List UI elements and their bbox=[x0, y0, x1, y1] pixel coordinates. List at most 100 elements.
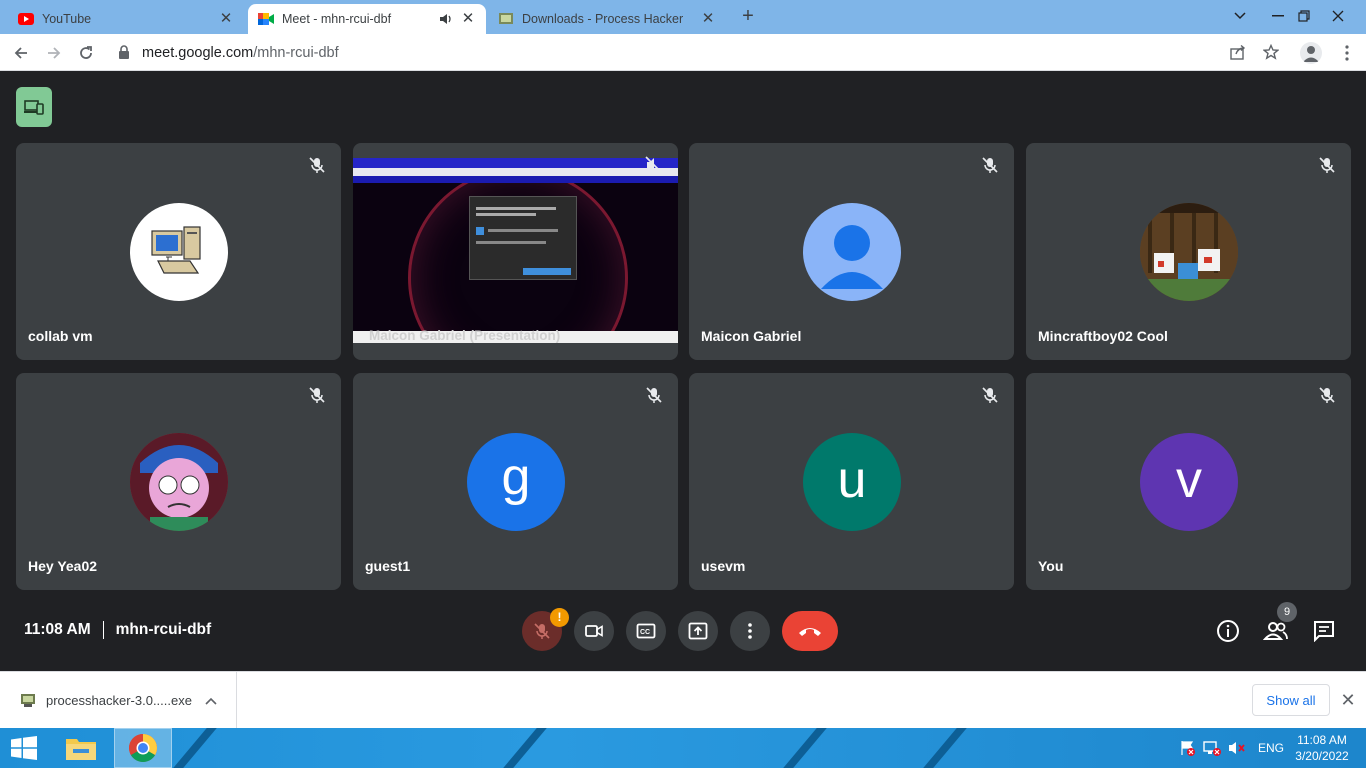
meeting-code: mhn-rcui-dbf bbox=[115, 621, 212, 638]
new-tab-button[interactable]: + bbox=[737, 6, 759, 28]
mic-muted-icon bbox=[1317, 155, 1337, 175]
computer-avatar bbox=[130, 203, 228, 301]
url-text: meet.google.com/mhn-rcui-dbf bbox=[142, 45, 339, 61]
speaker-icon[interactable] bbox=[438, 11, 454, 27]
wallpaper-streak bbox=[923, 728, 967, 768]
file-explorer-icon[interactable] bbox=[58, 728, 104, 768]
companion-device-button[interactable] bbox=[16, 87, 52, 127]
meet-stage: collab vm Maicon Gabriel (Presentation) bbox=[0, 71, 1366, 671]
google-meet-icon bbox=[258, 11, 274, 27]
input-language[interactable]: ENG bbox=[1258, 741, 1284, 755]
tray-date: 3/20/2022 bbox=[1295, 749, 1349, 763]
leave-call-button[interactable] bbox=[782, 611, 838, 651]
participant-name: usevm bbox=[701, 558, 746, 574]
divider bbox=[102, 621, 104, 639]
participant-tile[interactable]: Hey Yea02 bbox=[16, 373, 341, 590]
installer-file-icon bbox=[20, 692, 36, 708]
mic-warning-badge[interactable]: ! bbox=[550, 608, 569, 627]
wallpaper-streak bbox=[173, 728, 217, 768]
download-shelf: processhacker-3.0.....exe Show all ✕ bbox=[0, 671, 1366, 728]
reload-button[interactable] bbox=[73, 40, 99, 66]
present-button[interactable] bbox=[678, 611, 718, 651]
shared-address-bar bbox=[353, 168, 678, 176]
chrome-taskbar-button[interactable] bbox=[114, 728, 172, 768]
shared-screen: Maicon Gabriel (Presentation) bbox=[353, 158, 678, 343]
tab-strip: YouTube ✕ Meet - mhn-rcui-dbf ✕ Download… bbox=[0, 0, 1366, 34]
presentation-tile[interactable]: Maicon Gabriel (Presentation) bbox=[353, 143, 678, 360]
download-item[interactable]: processhacker-3.0.....exe bbox=[0, 672, 237, 728]
default-person-avatar bbox=[803, 203, 901, 301]
close-icon[interactable]: ✕ bbox=[1338, 690, 1358, 710]
participant-name: guest1 bbox=[365, 558, 411, 574]
mic-muted-icon bbox=[1317, 385, 1337, 405]
participant-tile[interactable]: Maicon Gabriel bbox=[689, 143, 1014, 360]
camera-button[interactable] bbox=[574, 611, 614, 651]
meeting-details-button[interactable] bbox=[1215, 618, 1241, 644]
participant-tile[interactable]: g guest1 bbox=[353, 373, 678, 590]
participant-tile[interactable]: u usevm bbox=[689, 373, 1014, 590]
profile-avatar[interactable] bbox=[1300, 42, 1322, 64]
chevron-up-icon[interactable] bbox=[205, 692, 217, 710]
lock-icon[interactable] bbox=[118, 45, 130, 64]
close-tab-icon[interactable]: ✕ bbox=[218, 11, 234, 27]
presentation-caption: Maicon Gabriel (Presentation) bbox=[369, 328, 561, 343]
chat-button[interactable] bbox=[1311, 618, 1337, 644]
close-tab-icon[interactable]: ✕ bbox=[700, 11, 716, 27]
tab-search-chevron-icon[interactable] bbox=[1224, 0, 1256, 32]
mic-muted-icon bbox=[307, 155, 327, 175]
restore-button[interactable] bbox=[1288, 0, 1320, 32]
mic-muted-icon bbox=[980, 155, 1000, 175]
participant-name: collab vm bbox=[28, 328, 93, 344]
mic-muted-icon bbox=[307, 385, 327, 405]
toolbar: meet.google.com/mhn-rcui-dbf bbox=[0, 34, 1366, 71]
shared-tab-strip bbox=[353, 158, 678, 168]
share-icon[interactable] bbox=[1230, 44, 1246, 65]
process-hacker-icon bbox=[498, 11, 514, 27]
wallpaper-streak bbox=[783, 728, 827, 768]
show-all-button[interactable]: Show all bbox=[1252, 684, 1330, 716]
forward-button[interactable] bbox=[41, 40, 67, 66]
url-domain: meet.google.com bbox=[142, 44, 254, 61]
participant-tile[interactable]: v You bbox=[1026, 373, 1351, 590]
volume-muted-icon[interactable] bbox=[1228, 740, 1246, 761]
windows-taskbar: ENG 11:08 AM 3/20/2022 bbox=[0, 728, 1366, 768]
system-clock[interactable]: 11:08 AM 3/20/2022 bbox=[1282, 732, 1362, 764]
tab-downloads[interactable]: Downloads - Process Hacker ✕ bbox=[488, 4, 726, 34]
people-count-badge: 9 bbox=[1277, 602, 1297, 622]
participant-name: Maicon Gabriel bbox=[701, 328, 802, 344]
participant-name: You bbox=[1038, 558, 1064, 574]
svg-text:CC: CC bbox=[640, 629, 650, 636]
participant-name: Mincraftboy02 Cool bbox=[1038, 328, 1168, 344]
back-button[interactable] bbox=[8, 40, 34, 66]
url-path: /mhn-rcui-dbf bbox=[253, 44, 339, 61]
bookmark-star-icon[interactable] bbox=[1262, 43, 1280, 65]
close-tab-icon[interactable]: ✕ bbox=[460, 11, 476, 27]
speaker-muted-icon bbox=[644, 155, 664, 175]
minecraft-photo-avatar bbox=[1140, 203, 1238, 301]
shared-bookmarks-bar bbox=[353, 176, 678, 183]
letter-avatar: g bbox=[467, 433, 565, 531]
network-icon[interactable] bbox=[1203, 740, 1221, 761]
start-button[interactable] bbox=[0, 728, 48, 768]
close-window-button[interactable] bbox=[1322, 0, 1354, 32]
participant-tile[interactable]: Mincraftboy02 Cool bbox=[1026, 143, 1351, 360]
more-options-button[interactable] bbox=[730, 611, 770, 651]
youtube-icon bbox=[18, 11, 34, 27]
meeting-info: 11:08 AM mhn-rcui-dbf bbox=[24, 621, 211, 639]
wallpaper-streak bbox=[503, 728, 547, 768]
omnibox[interactable]: meet.google.com/mhn-rcui-dbf bbox=[108, 38, 1293, 67]
mic-muted-icon bbox=[980, 385, 1000, 405]
participant-name: Hey Yea02 bbox=[28, 558, 98, 574]
letter-avatar: v bbox=[1140, 433, 1238, 531]
menu-kebab-icon[interactable] bbox=[1337, 42, 1357, 64]
tab-title: Meet - mhn-rcui-dbf bbox=[282, 12, 392, 26]
captions-button[interactable]: CC bbox=[626, 611, 666, 651]
tab-meet[interactable]: Meet - mhn-rcui-dbf ✕ bbox=[248, 4, 486, 34]
tab-title: Downloads - Process Hacker bbox=[522, 12, 684, 26]
action-center-flag-icon[interactable] bbox=[1180, 740, 1196, 761]
tab-title: YouTube bbox=[42, 12, 92, 26]
cartoon-photo-avatar bbox=[130, 433, 228, 531]
download-filename: processhacker-3.0.....exe bbox=[46, 692, 192, 708]
participant-tile[interactable]: collab vm bbox=[16, 143, 341, 360]
tab-youtube[interactable]: YouTube ✕ bbox=[8, 4, 244, 34]
